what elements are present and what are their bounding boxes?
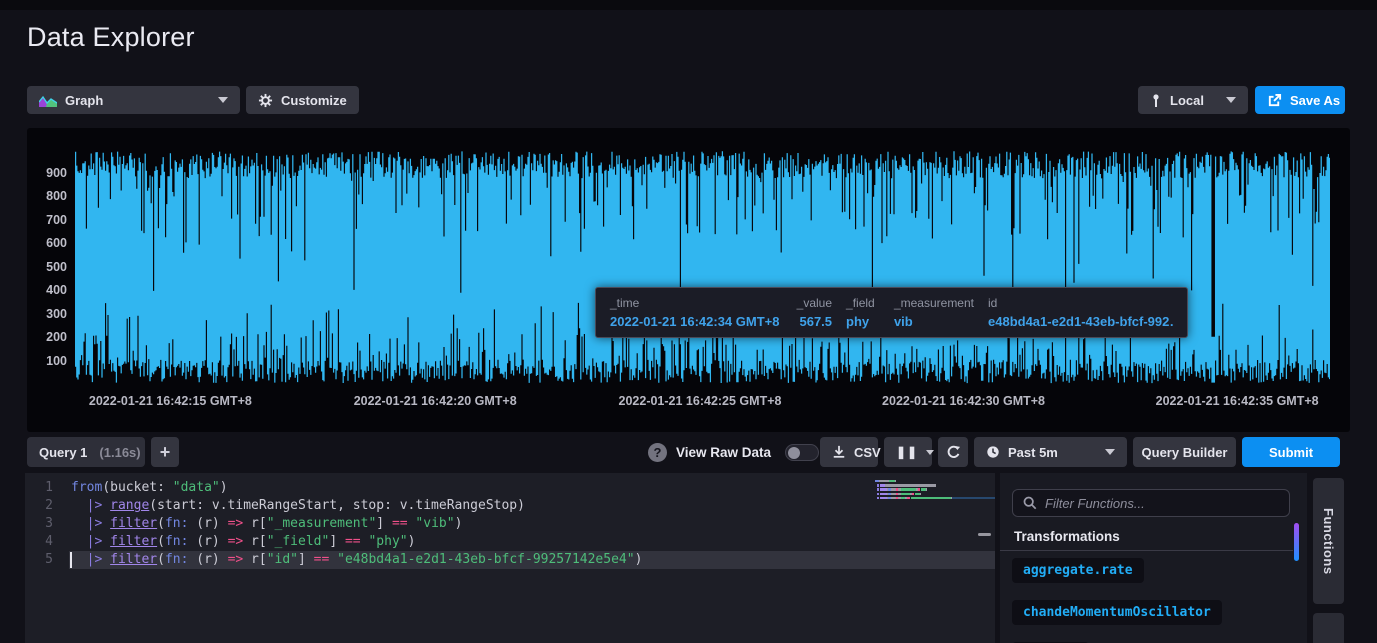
tooltip-column: _value567.5 — [793, 296, 832, 337]
code-line[interactable]: 5 |> filter(fn: (r) => r["id"] == "e48bd… — [25, 551, 995, 569]
y-tick-label: 700 — [27, 213, 67, 227]
y-tick-label: 100 — [27, 354, 67, 368]
customize-label: Customize — [281, 93, 347, 108]
function-chip[interactable]: aggregate.rate — [1012, 558, 1144, 583]
toggle-knob — [788, 447, 800, 459]
y-tick-label: 400 — [27, 283, 67, 297]
graph-tooltip: _time2022-01-21 16:42:34 GMT+8 _value567.… — [595, 287, 1188, 338]
top-edge-band — [0, 0, 1377, 10]
code-lines: 1from(bucket: "data")2 |> range(start: v… — [25, 479, 995, 569]
y-tick-label: 600 — [27, 236, 67, 250]
query-tab[interactable]: Query 1 (1.16s) — [27, 437, 145, 467]
query-builder-label: Query Builder — [1142, 445, 1228, 460]
y-tick-label: 300 — [27, 307, 67, 321]
tooltip-column: _time2022-01-21 16:42:34 GMT+8 — [610, 296, 779, 337]
export-icon — [1267, 93, 1282, 108]
transformations-section-header: Transformations — [1014, 529, 1120, 544]
chevron-down-icon — [926, 450, 934, 455]
tooltip-column: _fieldphy — [846, 296, 880, 337]
filter-functions-input[interactable] — [1045, 496, 1279, 511]
question-circle-icon[interactable]: ? — [648, 443, 667, 462]
csv-label: CSV — [854, 445, 881, 460]
tooltip-column: ide48bd4a1-e2d1-43eb-bfcf-992… — [988, 296, 1173, 337]
chevron-down-icon — [1226, 97, 1236, 103]
x-tick-label: 2022-01-21 16:42:30 GMT+8 — [882, 394, 1045, 408]
y-tick-label: 200 — [27, 330, 67, 344]
save-as-label: Save As — [1290, 93, 1340, 108]
tooltip-column: _measurementvib — [894, 296, 974, 337]
pause-icon: ❚❚ — [896, 445, 918, 459]
view-type-dropdown[interactable]: Graph — [27, 86, 240, 114]
flux-query-editor[interactable]: 1from(bucket: "data")2 |> range(start: v… — [25, 473, 995, 643]
y-tick-label: 800 — [27, 189, 67, 203]
query-duration: (1.16s) — [99, 445, 140, 460]
x-tick-label: 2022-01-21 16:42:15 GMT+8 — [89, 394, 252, 408]
query-tab-name: Query 1 — [39, 445, 87, 460]
function-list: aggregate.ratechandeMomentumOscillatorco… — [1012, 558, 1222, 643]
pane-resize-handle[interactable] — [978, 533, 991, 536]
refresh-button[interactable] — [938, 437, 968, 467]
editor-minimap[interactable] — [875, 480, 995, 501]
download-icon — [832, 445, 846, 459]
view-type-label: Graph — [65, 93, 103, 108]
view-raw-data-label: View Raw Data — [676, 445, 771, 460]
y-tick-label: 900 — [27, 166, 67, 180]
x-tick-label: 2022-01-21 16:42:20 GMT+8 — [354, 394, 517, 408]
search-icon — [1023, 496, 1037, 510]
pin-icon — [1150, 93, 1162, 108]
code-line[interactable]: 1from(bucket: "data") — [25, 479, 995, 497]
x-tick-label: 2022-01-21 16:42:35 GMT+8 — [1156, 394, 1319, 408]
panel-scrollbar-thumb[interactable] — [1294, 523, 1299, 561]
functions-panel: Transformations aggregate.rate chandeMome… — [1000, 473, 1307, 643]
graph-panel: 100 200 300 400 500 600 700 800 900 2022-01-21 1… — [27, 128, 1350, 432]
submit-button[interactable]: Submit — [1242, 437, 1340, 467]
clock-icon — [986, 445, 1000, 459]
view-raw-data-toggle[interactable] — [785, 444, 819, 461]
text-cursor — [70, 552, 72, 568]
local-dropdown[interactable]: Local — [1138, 86, 1248, 114]
section-divider — [1000, 550, 1293, 551]
time-range-label: Past 5m — [1008, 445, 1058, 460]
pause-button[interactable]: ❚❚ — [884, 437, 932, 467]
gear-icon — [258, 93, 273, 108]
add-query-button[interactable]: + — [151, 437, 179, 467]
customize-button[interactable]: Customize — [246, 86, 359, 114]
functions-tab-label: Functions — [1321, 508, 1336, 575]
plus-icon: + — [160, 442, 171, 463]
tab-functions[interactable]: Functions — [1313, 478, 1344, 604]
tab-secondary[interactable] — [1313, 613, 1344, 643]
query-builder-button[interactable]: Query Builder — [1133, 437, 1236, 467]
code-line[interactable]: 4 |> filter(fn: (r) => r["_field"] == "p… — [25, 533, 995, 551]
code-line[interactable]: 2 |> range(start: v.timeRangeStart, stop… — [25, 497, 995, 515]
code-line[interactable]: 3 |> filter(fn: (r) => r["_measurement"]… — [25, 515, 995, 533]
local-label: Local — [1170, 93, 1204, 108]
vibration-waveform-plot[interactable] — [75, 150, 1330, 385]
area-graph-icon — [39, 94, 57, 107]
refresh-icon — [946, 445, 961, 460]
y-tick-label: 500 — [27, 260, 67, 274]
save-as-button[interactable]: Save As — [1255, 86, 1345, 114]
csv-download-button[interactable]: CSV — [820, 437, 878, 467]
function-chip[interactable]: chandeMomentumOscillator — [1012, 600, 1222, 625]
submit-label: Submit — [1269, 445, 1313, 460]
filter-functions-searchbox[interactable] — [1012, 489, 1290, 517]
chevron-down-icon — [1105, 449, 1115, 455]
x-tick-label: 2022-01-21 16:42:25 GMT+8 — [619, 394, 782, 408]
time-range-dropdown[interactable]: Past 5m — [974, 437, 1127, 467]
chevron-down-icon — [218, 97, 228, 103]
data-explorer-page: Data Explorer Graph Customize Loc — [0, 0, 1377, 643]
page-title: Data Explorer — [27, 22, 195, 53]
